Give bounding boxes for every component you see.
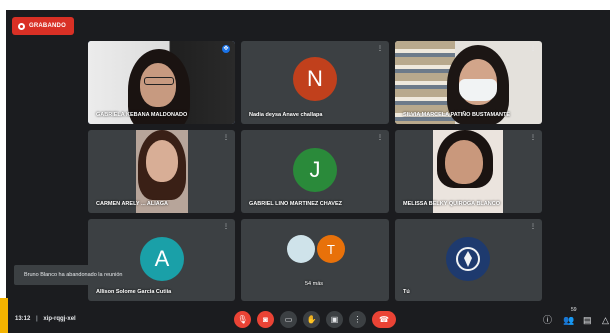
raise-hand-button[interactable]: ✋ <box>303 311 320 328</box>
more-participants-tile[interactable]: T 54 más <box>241 219 389 301</box>
present-button[interactable]: ▣ <box>326 311 343 328</box>
avatar: A <box>140 237 184 281</box>
recording-label: GRABANDO <box>29 23 66 29</box>
self-tile[interactable]: ⋮ Tú <box>395 219 542 301</box>
participant-tile[interactable]: ⋮ CARMEN ARELY ... ALIAGA <box>88 130 235 213</box>
participant-tile[interactable]: ⋮ SILVIA MARCELA PATIÑO BUSTAMANTE <box>395 41 542 124</box>
participant-name: GABRIELA KEBANA MALDONADO <box>96 112 188 118</box>
mic-muted-icon: ⋮ <box>530 46 536 52</box>
participant-tile[interactable]: ✥ GABRIELA KEBANA MALDONADO <box>88 41 235 124</box>
mic-muted-icon: ⋮ <box>377 135 383 141</box>
end-call-button[interactable]: ☎ <box>372 311 396 328</box>
meeting-info: 13:12 | xip-rqgj-xel <box>15 316 76 322</box>
participant-tile[interactable]: ⋮ MELISSA BELKY QUIROGA BLANCO <box>395 130 542 213</box>
info-icon[interactable]: ⓘ <box>543 315 552 325</box>
chat-icon[interactable]: ▤ <box>583 315 592 325</box>
camera-off-button[interactable]: ◙ <box>257 311 274 328</box>
captions-button[interactable]: ▭ <box>280 311 297 328</box>
people-icon[interactable]: 👥 <box>563 315 574 325</box>
participant-name: Allison Solome Garcia Cutiia <box>96 289 172 295</box>
pinned-icon[interactable]: ✥ <box>222 45 230 53</box>
participant-tile[interactable]: A ⋮ Allison Solome Garcia Cutiia <box>88 219 235 301</box>
mic-muted-icon: ⋮ <box>530 224 536 230</box>
avatar: T <box>317 235 345 263</box>
mic-muted-icon: ⋮ <box>530 135 536 141</box>
participant-name: SILVIA MARCELA PATIÑO BUSTAMANTE <box>403 112 511 118</box>
info-separator: | <box>36 316 38 322</box>
mic-muted-icon: ⋮ <box>377 46 383 52</box>
participant-name: Tú <box>403 289 410 295</box>
activities-icon[interactable]: △ <box>602 315 609 325</box>
participant-tile[interactable]: J ⋮ GABRIEL LINO MARTINEZ CHAVEZ <box>241 130 389 213</box>
bottom-toolbar: 13:12 | xip-rqgj-xel 🎙 ◙ ▭ ✋ ▣ ⋮ ☎ ⓘ 👥 5… <box>6 305 610 333</box>
avatar: N <box>293 57 337 101</box>
recording-badge: GRABANDO <box>12 17 74 35</box>
mic-off-button[interactable]: 🎙 <box>234 311 251 328</box>
leave-notification: Bruno Blanco ha abandonado la reunión <box>14 265 133 285</box>
record-icon <box>18 22 25 30</box>
meeting-time: 13:12 <box>15 316 31 322</box>
avatar-photo <box>287 235 315 263</box>
participants-count: 59 <box>571 307 577 313</box>
participant-name: GABRIEL LINO MARTINEZ CHAVEZ <box>249 201 342 207</box>
participant-name: CARMEN ARELY ... ALIAGA <box>96 201 169 207</box>
participant-tile[interactable]: N ⋮ Nadia deysa Anave challapa <box>241 41 389 124</box>
user-logo-icon <box>446 237 490 281</box>
mic-muted-icon: ⋮ <box>223 135 229 141</box>
meeting-code: xip-rqgj-xel <box>43 316 76 322</box>
notification-text: Bruno Blanco ha abandonado la reunión <box>24 272 123 278</box>
more-participants-label: 54 más <box>305 281 324 287</box>
avatar: J <box>293 148 337 192</box>
participant-name: Nadia deysa Anave challapa <box>249 112 323 118</box>
more-options-button[interactable]: ⋮ <box>349 311 366 328</box>
participant-name: MELISSA BELKY QUIROGA BLANCO <box>403 201 500 207</box>
mic-muted-icon: ⋮ <box>223 224 229 230</box>
